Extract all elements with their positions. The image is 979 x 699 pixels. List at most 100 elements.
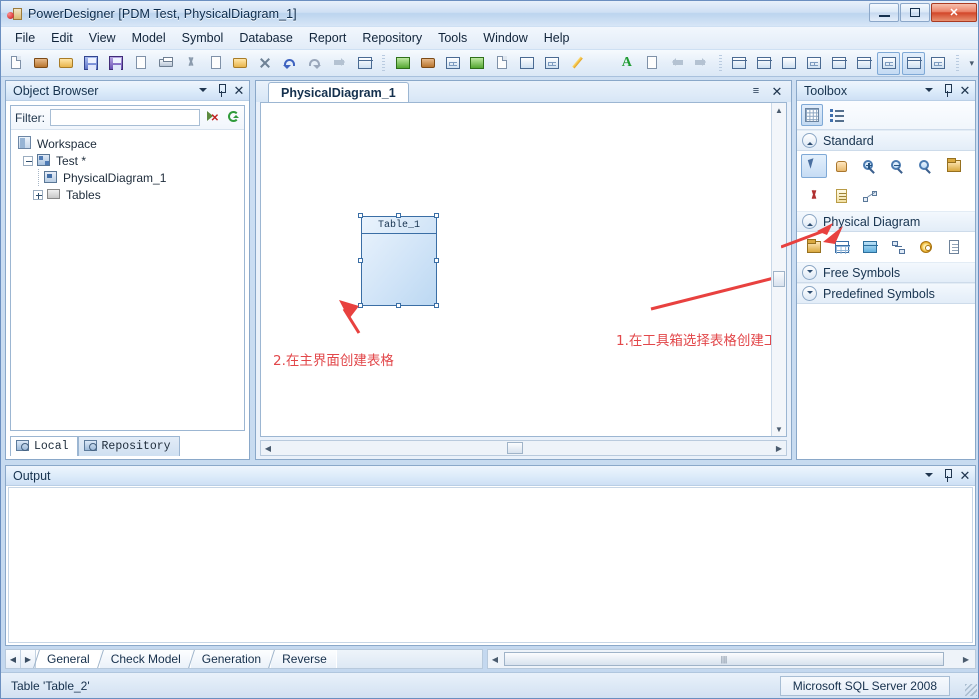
tree-item-tables[interactable]: Tables: [15, 186, 240, 203]
reference-icon[interactable]: [885, 235, 911, 259]
pointer-icon[interactable]: [801, 154, 827, 178]
canvas-horizontal-scrollbar[interactable]: ◀ ▶: [260, 440, 787, 456]
menu-tools[interactable]: Tools: [430, 29, 475, 47]
properties-icon[interactable]: [353, 52, 376, 75]
output-close-button[interactable]: ✕: [957, 468, 973, 484]
toolbox-menu-button[interactable]: [921, 83, 937, 99]
scroll-down-arrow[interactable]: ▼: [772, 422, 786, 436]
filter-clear-icon[interactable]: ✕: [205, 109, 220, 126]
note-icon[interactable]: [829, 184, 855, 208]
menu-edit[interactable]: Edit: [43, 29, 81, 47]
zoom-out-icon[interactable]: [885, 154, 911, 178]
link-icon[interactable]: [857, 184, 883, 208]
scroll-left-arrow[interactable]: ◀: [261, 441, 275, 455]
output-window-icon[interactable]: [902, 51, 925, 75]
tab-scroll-left-button[interactable]: ◀: [6, 650, 21, 668]
toolbox-section-free-symbols[interactable]: Free Symbols: [797, 262, 975, 283]
zoom-area-icon[interactable]: [913, 154, 939, 178]
export-icon[interactable]: [640, 52, 663, 75]
table-icon[interactable]: [829, 235, 855, 259]
diagram-close-button[interactable]: ✕: [769, 83, 785, 99]
paste-icon[interactable]: [229, 52, 252, 75]
tree-item-physicaldiagram-1[interactable]: PhysicalDiagram_1: [15, 169, 240, 186]
tab-general[interactable]: General: [36, 650, 100, 668]
menu-window[interactable]: Window: [475, 29, 535, 47]
vertical-scroll-thumb[interactable]: [773, 271, 785, 287]
tab-local[interactable]: Local: [10, 436, 78, 456]
object-browser-close-button[interactable]: ✕: [231, 83, 247, 99]
tab-reverse[interactable]: Reverse: [271, 650, 337, 668]
horizontal-scroll-thumb[interactable]: [507, 442, 523, 454]
collapse-chevron-icon[interactable]: [802, 133, 817, 148]
package-icon[interactable]: [801, 235, 827, 259]
new-package-icon[interactable]: [30, 52, 53, 75]
refresh-icon[interactable]: [225, 109, 240, 126]
save-all-icon[interactable]: [105, 52, 128, 75]
toolbox-close-button[interactable]: ✕: [957, 83, 973, 99]
collapse-chevron-icon[interactable]: [802, 214, 817, 229]
arrow-left-icon[interactable]: [665, 52, 688, 75]
list-view-icon[interactable]: [826, 104, 848, 126]
new-document-icon[interactable]: [5, 52, 28, 75]
generate-database-icon[interactable]: [441, 52, 464, 75]
tab-generation[interactable]: Generation: [190, 650, 272, 668]
output-scroll-thumb[interactable]: |||: [504, 652, 944, 666]
align-icon[interactable]: [329, 52, 352, 75]
expand-chevron-icon[interactable]: [802, 265, 817, 280]
dependency-icon[interactable]: [728, 52, 751, 75]
tree-item-workspace[interactable]: Workspace: [15, 135, 240, 152]
menu-view[interactable]: View: [81, 29, 124, 47]
zoom-in-icon[interactable]: [857, 154, 883, 178]
diagram-menu-button[interactable]: ≡: [748, 83, 764, 99]
sub-diagram-icon[interactable]: [753, 52, 776, 75]
toolbox-pin-button[interactable]: [939, 83, 955, 99]
table-symbol-table-1[interactable]: Table_1: [361, 216, 437, 306]
scroll-up-arrow[interactable]: ▲: [772, 103, 786, 117]
toolbox-section-standard[interactable]: Standard: [797, 130, 975, 151]
procedure-icon[interactable]: [913, 235, 939, 259]
redo-icon[interactable]: [304, 52, 327, 75]
merge-icon[interactable]: [827, 52, 850, 75]
object-browser-menu-button[interactable]: [195, 83, 211, 99]
compare-icon[interactable]: [803, 52, 826, 75]
menu-symbol[interactable]: Symbol: [174, 29, 232, 47]
output-content[interactable]: [8, 487, 973, 643]
blank-page-icon[interactable]: [516, 52, 539, 75]
open-package-diagram-icon[interactable]: [941, 154, 967, 178]
cut-icon[interactable]: [179, 52, 202, 75]
copy-icon[interactable]: [204, 52, 227, 75]
object-browser-pin-button[interactable]: [213, 83, 229, 99]
undo-icon[interactable]: [279, 52, 302, 75]
toolbar-overflow-button[interactable]: ▾: [965, 52, 978, 75]
menu-repository[interactable]: Repository: [354, 29, 430, 47]
menu-report[interactable]: Report: [301, 29, 355, 47]
view-icon[interactable]: [857, 235, 883, 259]
delete-icon[interactable]: [254, 52, 277, 75]
canvas-vertical-scrollbar[interactable]: ▲ ▼: [771, 103, 786, 436]
resize-grip[interactable]: [965, 684, 977, 696]
grabber-hand-icon[interactable]: [829, 154, 855, 178]
print-preview-icon[interactable]: [129, 52, 152, 75]
tab-check-model[interactable]: Check Model: [99, 650, 191, 668]
toolbox-section-physical-diagram[interactable]: Physical Diagram: [797, 211, 975, 232]
print-icon[interactable]: [154, 52, 177, 75]
tab-repository[interactable]: Repository: [77, 436, 180, 456]
expand-chevron-icon[interactable]: [802, 286, 817, 301]
update-model-icon[interactable]: [466, 52, 489, 75]
open-folder-icon[interactable]: [55, 52, 78, 75]
expander-plus-icon[interactable]: [33, 189, 43, 200]
menu-database[interactable]: Database: [231, 29, 301, 47]
tree-item-test[interactable]: Test *: [15, 152, 240, 169]
new-diagram-icon[interactable]: [391, 52, 414, 75]
toolbox-section-predefined-symbols[interactable]: Predefined Symbols: [797, 283, 975, 304]
output-pin-button[interactable]: [939, 468, 955, 484]
diagram-canvas[interactable]: Table_1 2.在主界面创建表格 1.在工具箱选择表格创建工具 ▲ ▼: [260, 102, 787, 437]
delete-scissors-icon[interactable]: [801, 184, 827, 208]
maximize-button[interactable]: [900, 3, 930, 22]
minimize-button[interactable]: [869, 3, 899, 22]
object-browser-icon[interactable]: [877, 51, 901, 75]
save-icon[interactable]: [80, 52, 103, 75]
page-layout-icon[interactable]: [778, 52, 801, 75]
diagram-tab-physicaldiagram-1[interactable]: PhysicalDiagram_1: [268, 82, 409, 102]
file-icon[interactable]: [941, 235, 967, 259]
